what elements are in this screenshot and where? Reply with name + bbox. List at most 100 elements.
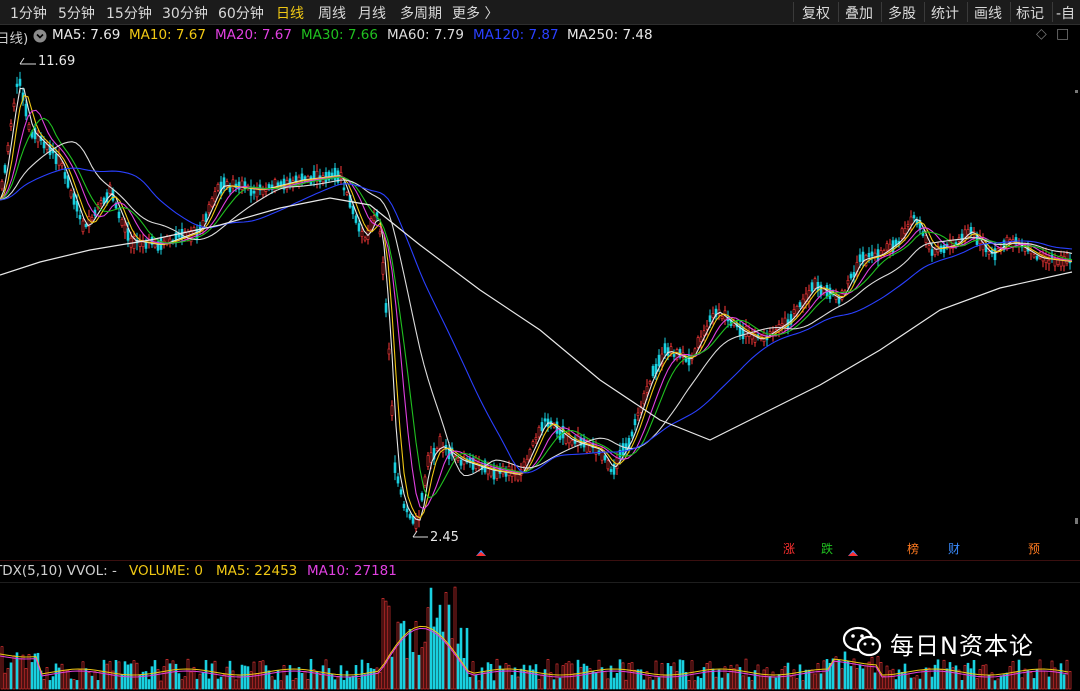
volume-bar: [75, 680, 79, 690]
volume-bar: [48, 680, 52, 690]
volume-bar: [729, 664, 733, 690]
volume-bar: [462, 658, 466, 690]
volume-bar: [789, 676, 793, 690]
volume-bar: [99, 670, 103, 690]
volume-bar: [798, 664, 802, 690]
candle-body: [459, 459, 463, 466]
volume-bar: [615, 673, 619, 690]
candle-body: [885, 243, 889, 251]
candle-body: [24, 103, 28, 117]
volume-bar: [3, 672, 7, 690]
candle-body: [357, 223, 361, 232]
high-price-label: 11.69: [38, 54, 75, 69]
candle-body: [633, 419, 637, 426]
volume-bar: [402, 620, 406, 690]
volume-bar: [168, 663, 172, 690]
volume-bar: [24, 668, 28, 690]
volume-bar: [96, 680, 100, 690]
candle-body: [708, 315, 712, 322]
event-marker-limit-down[interactable]: 跌: [820, 542, 834, 556]
volume-bar: [639, 669, 643, 690]
event-marker-ranking[interactable]: 榜: [906, 542, 920, 556]
candle-body: [543, 418, 547, 422]
event-marker-forecast[interactable]: 预: [1027, 542, 1041, 556]
volume-bar: [192, 666, 196, 690]
volume-bar: [996, 678, 1000, 690]
volume-bar: [213, 660, 217, 690]
volume-bar: [105, 663, 109, 690]
candle-body: [570, 440, 574, 446]
volume-bar: [894, 679, 898, 690]
candle-body: [846, 280, 850, 285]
event-marker-limit-up[interactable]: 涨: [782, 542, 796, 556]
volume-bar: [837, 659, 841, 690]
volume-bar: [1014, 671, 1018, 690]
volume-bar: [669, 666, 673, 690]
volume-bar: [528, 665, 532, 690]
volume-bar: [681, 660, 685, 690]
volume-value: VOLUME: 0: [129, 563, 203, 579]
candle-body: [645, 386, 649, 393]
candle-body: [69, 190, 73, 198]
volume-bar: [171, 660, 175, 690]
candle-body: [912, 215, 916, 219]
watermark-text: 每日N资本论: [890, 632, 1034, 660]
candle-body: [456, 457, 460, 461]
volume-bar: [660, 663, 664, 690]
volume-bar: [201, 672, 205, 690]
volume-bar: [912, 677, 916, 690]
volume-bar: [90, 675, 94, 690]
volume-bar: [762, 669, 766, 690]
volume-bar: [936, 659, 940, 690]
volume-bar: [957, 669, 961, 690]
volume-bar: [369, 668, 373, 690]
candle-body: [240, 180, 244, 190]
volume-bar: [426, 607, 430, 690]
candle-body: [423, 476, 427, 486]
candle-body: [342, 187, 346, 191]
volume-bar: [504, 663, 508, 690]
candle-body: [702, 330, 706, 336]
volume-bar: [69, 678, 73, 690]
candle-body: [387, 348, 391, 355]
volume-bar: [612, 677, 616, 690]
candle-body: [867, 252, 871, 258]
candle-body: [564, 434, 568, 444]
volume-bar: [93, 671, 97, 690]
volume-bar: [390, 656, 394, 690]
volume-bar: [480, 667, 484, 690]
volume-bar: [405, 658, 409, 690]
volume-indicator-name[interactable]: TDX(5,10) VVOL: -: [0, 563, 117, 579]
candle-body: [384, 303, 388, 313]
candle-body: [531, 441, 535, 446]
candle-body: [402, 503, 406, 509]
candle-body: [696, 337, 700, 348]
volume-bar: [45, 667, 49, 690]
candle-body: [849, 273, 853, 279]
volume-bar: [693, 680, 697, 690]
volume-bar: [477, 680, 481, 690]
candle-body: [663, 343, 667, 354]
candle-body: [810, 282, 814, 292]
event-marker-finance[interactable]: 财: [947, 542, 961, 556]
volume-bar: [537, 679, 541, 690]
volume-bar: [750, 680, 754, 690]
volume-bar: [759, 675, 763, 690]
volume-bar: [714, 676, 718, 690]
volume-bar: [393, 647, 397, 690]
volume-bar: [123, 661, 127, 690]
volume-bar: [228, 660, 232, 690]
volume-bar: [366, 663, 370, 690]
volume-bar: [921, 669, 925, 690]
volume-bar: [1017, 659, 1021, 690]
high-price-pointer: [19, 57, 36, 65]
candle-body: [210, 198, 214, 207]
volume-bar: [81, 661, 85, 690]
volume-bar: [342, 679, 346, 690]
volume-bar: [27, 654, 31, 690]
volume-bar: [336, 676, 340, 690]
volume-bar: [309, 658, 313, 690]
kline-chart[interactable]: 11.69 2.45: [0, 0, 1080, 691]
volume-bar: [651, 679, 655, 690]
volume-bar: [1002, 674, 1006, 690]
